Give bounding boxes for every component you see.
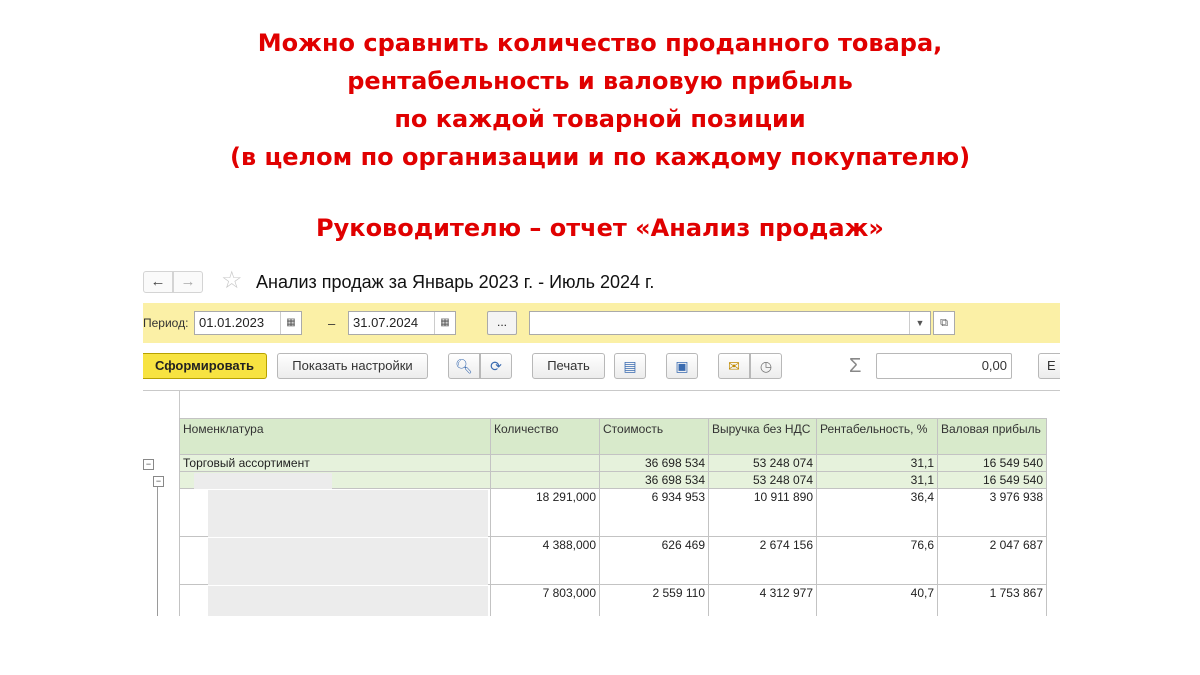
period-dash: – xyxy=(328,316,336,331)
cell-profit: 1 753 867 xyxy=(937,584,1047,616)
window-title: Анализ продаж за Январь 2023 г. - Июль 2… xyxy=(256,272,655,292)
cell-revenue: 2 674 156 xyxy=(708,536,817,585)
cell-profit: 3 976 938 xyxy=(937,488,1047,537)
cell-margin: 36,4 xyxy=(816,488,938,537)
search-icon[interactable]: 🔍︎ xyxy=(448,353,480,379)
redacted-block xyxy=(208,490,488,537)
cell-margin: 40,7 xyxy=(816,584,938,616)
column-header: Стоимость xyxy=(599,418,709,455)
column-header: Номенклатура xyxy=(179,418,491,455)
cell-quantity: 4 388,000 xyxy=(490,536,600,585)
open-icon[interactable]: ⧉ xyxy=(933,311,955,335)
period-to-field[interactable]: 31.07.2024 ▦ xyxy=(348,311,456,335)
cell-margin: 31,1 xyxy=(816,471,938,489)
headline-line-1: Можно сравнить количество проданного тов… xyxy=(257,29,943,57)
print-button[interactable]: Печать xyxy=(532,353,605,379)
dropdown-icon[interactable]: ▼ xyxy=(909,312,930,334)
grouping-gutter: − − xyxy=(143,391,180,616)
show-settings-button[interactable]: Показать настройки xyxy=(277,353,428,379)
collapse-icon[interactable]: − xyxy=(143,459,154,470)
cell-revenue: 53 248 074 xyxy=(708,454,817,472)
period-bar: Период: 01.01.2023 ▦ – 31.07.2024 ▦ ... … xyxy=(143,303,1060,343)
organization-field[interactable]: ▼ xyxy=(529,311,931,335)
cell-quantity xyxy=(490,454,600,472)
period-label: Период: xyxy=(143,316,189,330)
period-to-value: 31.07.2024 xyxy=(353,315,419,330)
report-toolbar: Сформировать Показать настройки 🔍︎ ⟳ Печ… xyxy=(143,350,1060,382)
period-select-button[interactable]: ... xyxy=(487,311,517,335)
cell-quantity xyxy=(490,471,600,489)
cell-margin: 76,6 xyxy=(816,536,938,585)
sales-analysis-table: Номенклатура Количество Стоимость Выручк… xyxy=(179,418,1047,616)
column-header: Количество xyxy=(490,418,600,455)
table-row[interactable]: 36 698 534 53 248 074 31,1 16 549 540 xyxy=(179,471,1047,489)
report-window: ← → ☆ Анализ продаж за Январь 2023 г. - … xyxy=(143,262,1060,616)
table-row[interactable]: 7 803,000 2 559 110 4 312 977 40,7 1 753… xyxy=(179,584,1047,616)
headline-line-4: (в целом по организации и по каждому пок… xyxy=(229,143,971,171)
cell-cost: 2 559 110 xyxy=(599,584,709,616)
cell-revenue: 4 312 977 xyxy=(708,584,817,616)
mail-icon[interactable]: ✉ xyxy=(718,353,750,379)
more-button[interactable]: Е xyxy=(1038,353,1060,379)
redacted-block xyxy=(208,586,488,616)
cell-cost: 36 698 534 xyxy=(599,471,709,489)
redacted-block xyxy=(208,538,488,585)
calendar-icon[interactable]: ▦ xyxy=(434,312,455,334)
cell-revenue: 53 248 074 xyxy=(708,471,817,489)
table-row[interactable]: 18 291,000 6 934 953 10 911 890 36,4 3 9… xyxy=(179,488,1047,537)
cell-name-redacted xyxy=(179,536,491,585)
table-header: Номенклатура Количество Стоимость Выручк… xyxy=(179,418,1047,455)
cell-profit: 2 047 687 xyxy=(937,536,1047,585)
cell-margin: 31,1 xyxy=(816,454,938,472)
forward-arrow-icon[interactable]: → xyxy=(173,271,203,293)
save-icon[interactable]: ▣ xyxy=(666,353,698,379)
collapse-icon[interactable]: − xyxy=(153,476,164,487)
cell-profit: 16 549 540 xyxy=(937,454,1047,472)
search-next-icon[interactable]: ⟳ xyxy=(480,353,512,379)
window-titlebar: ← → ☆ Анализ продаж за Январь 2023 г. - … xyxy=(143,262,1060,300)
tree-line xyxy=(157,487,158,616)
preview-icon[interactable]: ▤ xyxy=(614,353,646,379)
column-header: Рентабельность, % xyxy=(816,418,938,455)
cell-name-redacted xyxy=(179,471,491,489)
table-row[interactable]: 4 388,000 626 469 2 674 156 76,6 2 047 6… xyxy=(179,536,1047,585)
cell-quantity: 7 803,000 xyxy=(490,584,600,616)
sum-field: 0,00 xyxy=(876,353,1012,379)
period-from-field[interactable]: 01.01.2023 ▦ xyxy=(194,311,302,335)
headline-line-3: по каждой товарной позиции xyxy=(394,105,806,133)
report-grid: − − Номенклатура Количество Стоимость Вы… xyxy=(143,390,1060,616)
cell-profit: 16 549 540 xyxy=(937,471,1047,489)
clock-icon[interactable]: ◷ xyxy=(750,353,782,379)
column-header: Валовая прибыль xyxy=(937,418,1047,455)
favorite-star-icon[interactable]: ☆ xyxy=(221,266,243,296)
back-arrow-icon[interactable]: ← xyxy=(143,271,173,293)
headline-line-2: рентабельность и валовую прибыль xyxy=(347,67,853,95)
sum-icon: Σ xyxy=(849,355,862,377)
period-from-value: 01.01.2023 xyxy=(199,315,265,330)
generate-button[interactable]: Сформировать xyxy=(143,353,267,379)
cell-quantity: 18 291,000 xyxy=(490,488,600,537)
calendar-icon[interactable]: ▦ xyxy=(280,312,301,334)
cell-name: Торговый ассортимент xyxy=(179,454,491,472)
redacted-block xyxy=(194,473,332,489)
cell-cost: 36 698 534 xyxy=(599,454,709,472)
headline-report-name: Руководителю – отчет «Анализ продаж» xyxy=(316,214,884,242)
table-row[interactable]: Торговый ассортимент 36 698 534 53 248 0… xyxy=(179,454,1047,472)
cell-name-redacted xyxy=(179,584,491,616)
cell-revenue: 10 911 890 xyxy=(708,488,817,537)
column-header: Выручка без НДС xyxy=(708,418,817,455)
cell-name-redacted xyxy=(179,488,491,537)
cell-cost: 6 934 953 xyxy=(599,488,709,537)
cell-cost: 626 469 xyxy=(599,536,709,585)
